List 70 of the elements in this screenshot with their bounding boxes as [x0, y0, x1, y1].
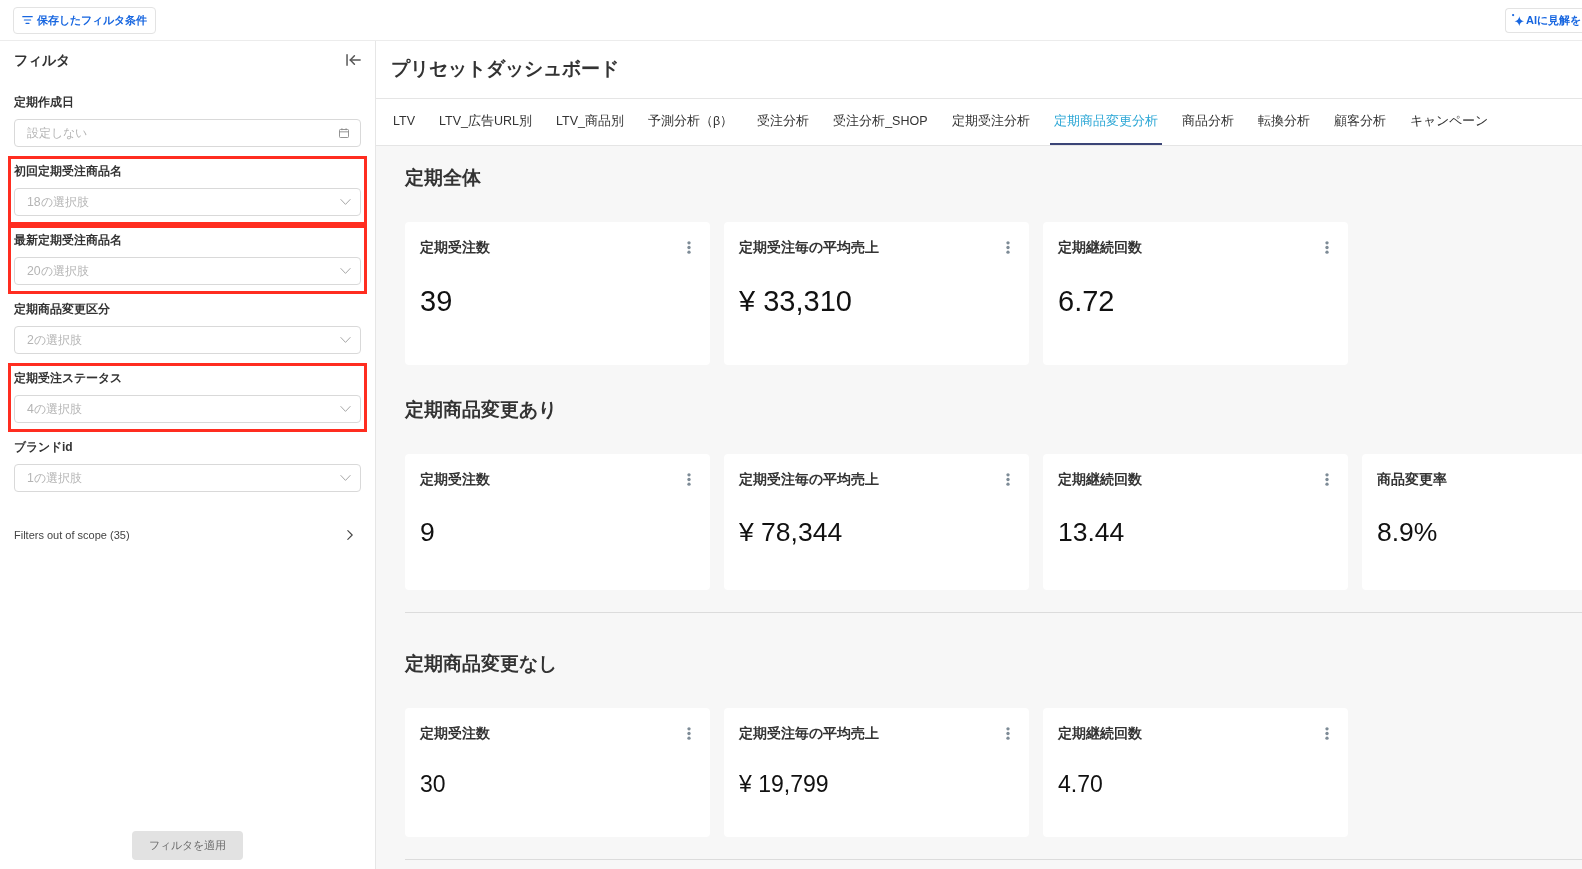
metric-value: 39 [420, 284, 453, 318]
collapse-panel-icon[interactable] [346, 54, 361, 66]
metric-value: 13.44 [1058, 516, 1125, 548]
metric-value: ¥ 33,310 [739, 284, 852, 318]
metric-title: 定期受注数 [420, 470, 490, 488]
metric-value: 6.72 [1058, 284, 1115, 318]
metric-title: 定期継続回数 [1058, 470, 1142, 488]
dashboard-tab[interactable]: 受注分析 [753, 99, 814, 145]
sparkle-icon [1512, 14, 1524, 26]
calendar-icon [339, 128, 349, 138]
chevron-right-icon[interactable] [347, 530, 353, 540]
select-field[interactable]: 2の選択肢 [14, 326, 361, 354]
metric-title: 定期受注数 [420, 238, 490, 256]
filter-label: 初回定期受注商品名 [14, 163, 122, 180]
metric-value: ¥ 19,799 [739, 770, 829, 798]
filter-label: ブランドid [14, 439, 73, 456]
metric-value: 30 [420, 770, 446, 798]
metric-title: 定期継続回数 [1058, 724, 1142, 742]
filter-panel-title: フィルタ [14, 50, 70, 70]
filter-icon [22, 16, 33, 24]
chevron-down-icon [340, 406, 351, 412]
saved-filters-button[interactable]: 保存したフィルタ条件 [13, 6, 156, 34]
section-title: 定期全体 [405, 166, 482, 190]
more-options-icon[interactable] [1006, 240, 1010, 254]
metric-value: ¥ 78,344 [739, 516, 843, 548]
filter-label: 定期作成日 [14, 94, 74, 111]
metric-title: 定期受注毎の平均売上 [739, 724, 879, 742]
more-options-icon[interactable] [1325, 240, 1329, 254]
chevron-down-icon [340, 337, 351, 343]
more-options-icon[interactable] [1006, 726, 1010, 740]
metric-title: 定期受注毎の平均売上 [739, 238, 879, 256]
dashboard-tab[interactable]: 定期受注分析 [947, 99, 1034, 145]
select-field[interactable]: 18の選択肢 [14, 188, 361, 216]
dashboard-tab[interactable]: 商品分析 [1177, 99, 1238, 145]
chevron-down-icon [340, 268, 351, 274]
ai-insight-button[interactable]: AIに見解を [1505, 7, 1582, 33]
filter-label: 最新定期受注商品名 [14, 232, 122, 249]
metric-value: 8.9% [1377, 516, 1438, 548]
chevron-down-icon [340, 199, 351, 205]
dashboard-tab[interactable]: LTV_広告URL別 [435, 99, 536, 145]
dashboard-tab[interactable]: 顧客分析 [1329, 99, 1390, 145]
metric-title: 定期受注毎の平均売上 [739, 470, 879, 488]
dashboard-title: プリセットダッシュボード [391, 57, 619, 82]
filters-out-of-scope-link[interactable]: Filters out of scope (35) [14, 526, 130, 544]
more-options-icon[interactable] [687, 240, 691, 254]
select-field[interactable]: 1の選択肢 [14, 464, 361, 492]
dashboard-tab[interactable]: キャンペーン [1405, 99, 1492, 145]
metric-title: 定期受注数 [420, 724, 490, 742]
metric-title: 商品変更率 [1377, 470, 1447, 488]
section-title: 定期商品変更あり [405, 398, 558, 422]
filter-label: 定期受注ステータス [14, 370, 122, 387]
more-options-icon[interactable] [1006, 472, 1010, 486]
select-field[interactable]: 20の選択肢 [14, 257, 361, 285]
dashboard-tab[interactable]: 転換分析 [1253, 99, 1314, 145]
metric-value: 4.70 [1058, 770, 1103, 798]
dashboard-tab[interactable]: LTV [389, 99, 419, 145]
more-options-icon[interactable] [687, 472, 691, 486]
metric-value: 9 [420, 516, 435, 548]
select-field[interactable]: 4の選択肢 [14, 395, 361, 423]
dashboard-tab[interactable]: LTV_商品別 [551, 99, 628, 145]
dashboard-tab[interactable]: 受注分析_SHOP [829, 99, 932, 145]
more-options-icon[interactable] [1325, 726, 1329, 740]
section-title: 定期商品変更なし [405, 652, 558, 676]
chevron-down-icon [340, 475, 351, 481]
more-options-icon[interactable] [1325, 472, 1329, 486]
metric-title: 定期継続回数 [1058, 238, 1142, 256]
date-field[interactable]: 設定しない [14, 119, 361, 147]
filter-label: 定期商品変更区分 [14, 301, 110, 318]
dashboard-tab[interactable]: 予測分析（β） [643, 99, 738, 145]
more-options-icon[interactable] [687, 726, 691, 740]
